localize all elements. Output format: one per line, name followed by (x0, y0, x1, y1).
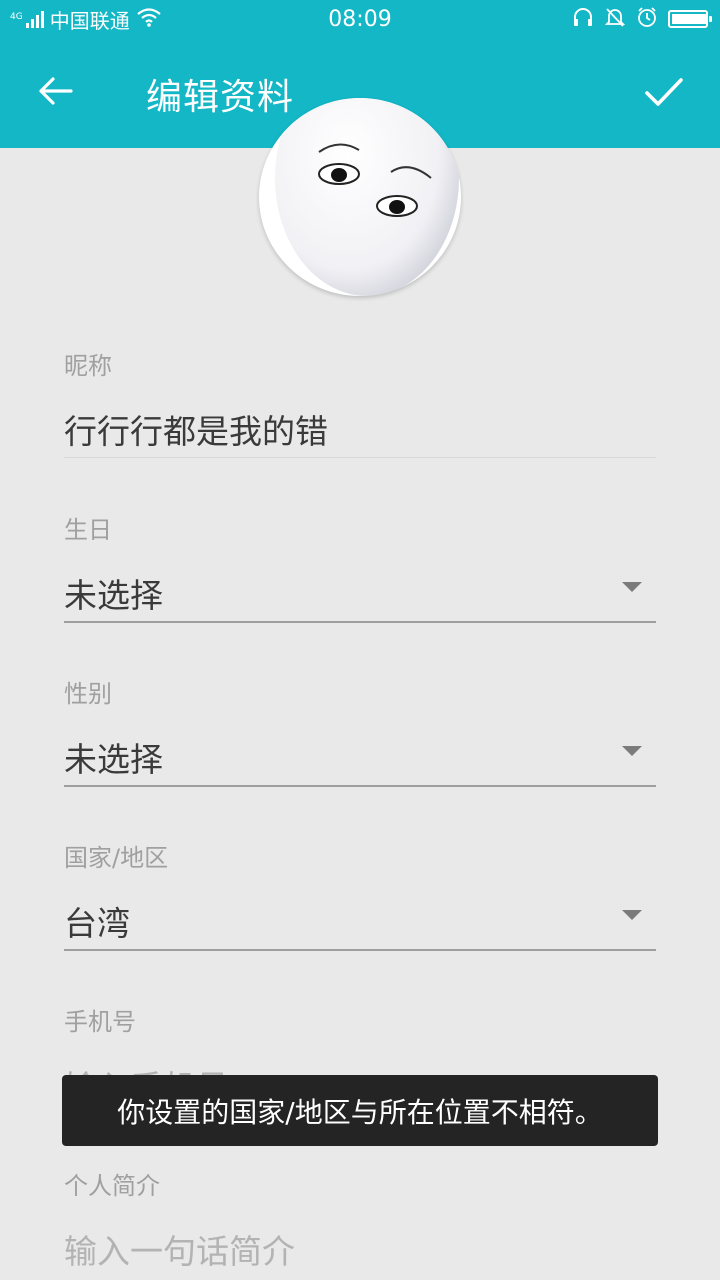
arrow-left-icon (37, 75, 73, 111)
page-title: 编辑资料 (146, 77, 295, 118)
status-right (572, 0, 712, 38)
birthday-label: 生日 (64, 516, 112, 544)
check-icon (644, 76, 684, 112)
toast-message: 你设置的国家/地区与所在位置不相符。 (62, 1075, 658, 1146)
birthday-value: 未选择 (64, 576, 163, 615)
birthday-select[interactable]: 生日 未选择 (64, 510, 656, 624)
battery-icon (668, 10, 712, 28)
bio-label: 个人简介 (64, 1172, 160, 1200)
phone-label: 手机号 (64, 1008, 136, 1036)
gender-underline (64, 785, 656, 787)
mute-icon (604, 7, 626, 31)
back-button[interactable] (30, 68, 80, 118)
confirm-button[interactable] (636, 66, 692, 122)
birthday-underline (64, 621, 656, 623)
nickname-divider (64, 457, 656, 458)
gender-value: 未选择 (64, 740, 163, 779)
chevron-down-icon (622, 910, 642, 920)
bio-field[interactable]: 个人简介 输入一句话简介 (64, 1166, 656, 1280)
gender-select[interactable]: 性别 未选择 (64, 674, 656, 788)
region-label: 国家/地区 (64, 844, 169, 872)
bio-input[interactable]: 输入一句话简介 (64, 1225, 656, 1273)
nickname-label: 昵称 (64, 352, 112, 380)
headphones-icon (572, 7, 594, 31)
nickname-value: 行行行都是我的错 (64, 412, 328, 451)
region-select[interactable]: 国家/地区 台湾 (64, 838, 656, 952)
chevron-down-icon (622, 582, 642, 592)
avatar[interactable] (259, 98, 461, 296)
gender-label: 性别 (64, 680, 112, 708)
chevron-down-icon (622, 746, 642, 756)
nickname-field[interactable]: 昵称 行行行都是我的错 (64, 346, 656, 460)
status-bar: 4G 中国联通 08:09 (0, 0, 720, 38)
region-underline (64, 949, 656, 951)
region-value: 台湾 (64, 904, 130, 943)
alarm-icon (636, 6, 658, 32)
